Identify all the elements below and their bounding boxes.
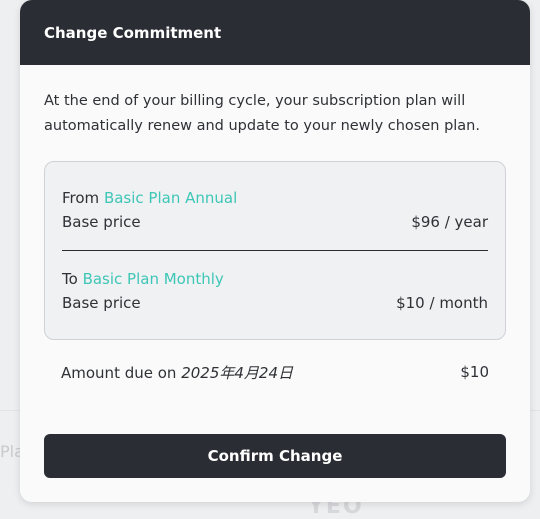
confirm-change-button[interactable]: Confirm Change — [44, 434, 506, 478]
from-price-value: $96 / year — [411, 213, 488, 231]
from-price-label: Base price — [62, 213, 141, 231]
to-plan-row: To Basic Plan Monthly — [62, 268, 488, 290]
to-prefix: To — [62, 270, 78, 288]
from-plan-name: Basic Plan Annual — [104, 189, 237, 207]
amount-due-label-group: Amount due on 2025年4月24日 — [61, 362, 293, 383]
modal-title: Change Commitment — [44, 24, 221, 42]
to-price-label: Base price — [62, 294, 141, 312]
to-plan-label: To Basic Plan Monthly — [62, 270, 224, 288]
amount-due-date: 2025年4月24日 — [181, 364, 293, 382]
modal-header: Change Commitment — [20, 0, 530, 65]
to-price-row: Base price $10 / month — [62, 292, 488, 314]
intro-text: At the end of your billing cycle, your s… — [44, 89, 494, 139]
to-price-value: $10 / month — [396, 294, 488, 312]
from-plan-row: From Basic Plan Annual — [62, 187, 488, 209]
amount-due-row: Amount due on 2025年4月24日 $10 — [61, 361, 489, 383]
change-commitment-modal: Change Commitment At the end of your bil… — [20, 0, 530, 502]
to-plan-name: Basic Plan Monthly — [83, 270, 224, 288]
amount-due-label: Amount due on — [61, 364, 176, 382]
from-price-row: Base price $96 / year — [62, 211, 488, 233]
from-prefix: From — [62, 189, 99, 207]
plan-comparison-box: From Basic Plan Annual Base price $96 / … — [44, 161, 506, 340]
plan-divider — [62, 250, 488, 251]
from-plan-label: From Basic Plan Annual — [62, 189, 237, 207]
amount-due-value: $10 — [460, 363, 489, 381]
